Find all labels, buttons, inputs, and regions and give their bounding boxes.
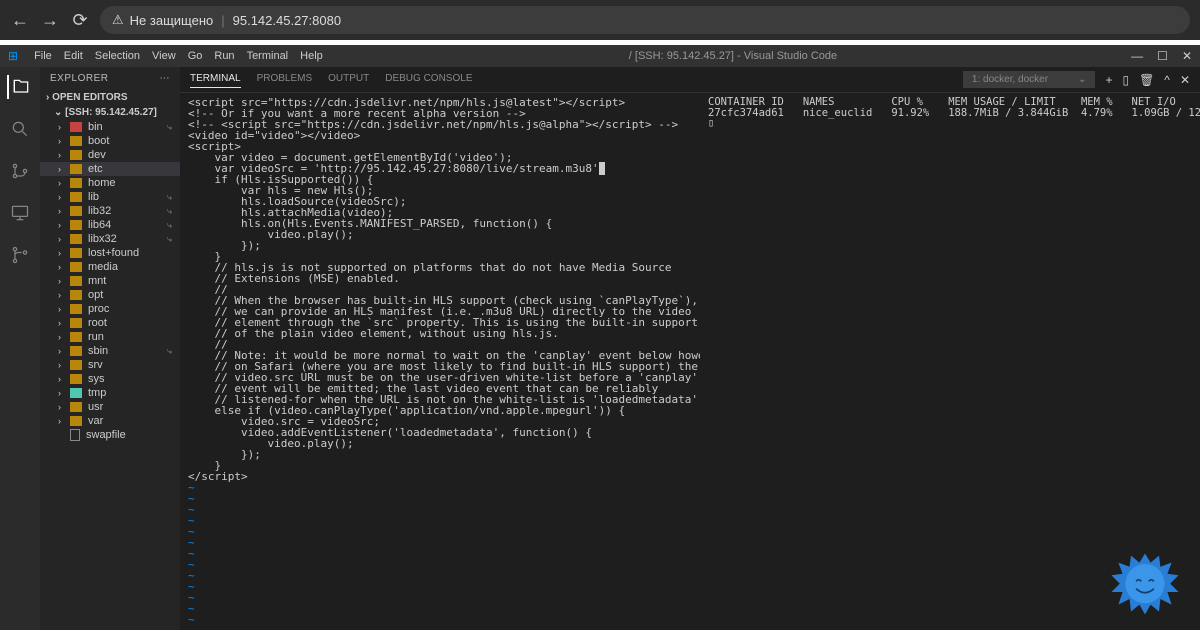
folder-icon <box>70 136 82 146</box>
folder-icon <box>70 220 82 230</box>
panel-tab-problems[interactable]: PROBLEMS <box>257 71 313 88</box>
remote-icon[interactable] <box>8 201 32 225</box>
folder-mnt[interactable]: ›mnt <box>40 274 180 288</box>
folder-icon <box>70 262 82 272</box>
close-panel-button[interactable]: ✕ <box>1180 73 1190 87</box>
open-editors-section[interactable]: › OPEN EDITORS <box>40 90 180 105</box>
folder-icon <box>70 290 82 300</box>
folder-sys[interactable]: ›sys <box>40 372 180 386</box>
folder-tmp[interactable]: ›tmp <box>40 386 180 400</box>
folder-icon <box>70 150 82 160</box>
file-icon <box>70 429 80 441</box>
folder-opt[interactable]: ›opt <box>40 288 180 302</box>
folder-icon <box>70 318 82 328</box>
folder-srv[interactable]: ›srv <box>40 358 180 372</box>
folder-bin[interactable]: ›bin⤷ <box>40 120 180 134</box>
close-button[interactable]: ✕ <box>1182 49 1192 63</box>
split-terminal-button[interactable]: ▯ <box>1122 73 1129 87</box>
reload-button[interactable]: ⟳ <box>70 10 90 30</box>
folder-icon <box>70 122 82 132</box>
folder-icon <box>70 374 82 384</box>
panel-tab-debug-console[interactable]: DEBUG CONSOLE <box>385 71 472 88</box>
folder-icon <box>70 234 82 244</box>
folder-lib32[interactable]: ›lib32⤷ <box>40 204 180 218</box>
folder-proc[interactable]: ›proc <box>40 302 180 316</box>
folder-icon <box>70 276 82 286</box>
new-terminal-button[interactable]: + <box>1105 73 1112 87</box>
explorer-more-icon[interactable]: ⋯ <box>160 73 171 84</box>
terminal-1[interactable]: <script src="https://cdn.jsdelivr.net/np… <box>180 93 700 630</box>
panel-tab-output[interactable]: OUTPUT <box>328 71 369 88</box>
folder-etc[interactable]: ›etc <box>40 162 180 176</box>
panel-tab-terminal[interactable]: TERMINAL <box>190 71 241 88</box>
menu-run[interactable]: Run <box>214 50 234 62</box>
folder-icon <box>70 402 82 412</box>
folder-icon <box>70 360 82 370</box>
folder-media[interactable]: ›media <box>40 260 180 274</box>
folder-run[interactable]: ›run <box>40 330 180 344</box>
menu-selection[interactable]: Selection <box>95 50 140 62</box>
folder-boot[interactable]: ›boot <box>40 134 180 148</box>
folder-icon <box>70 304 82 314</box>
folder-lost+found[interactable]: ›lost+found <box>40 246 180 260</box>
maximize-button[interactable]: ☐ <box>1157 49 1168 63</box>
folder-icon <box>70 332 82 342</box>
folder-lib[interactable]: ›lib⤷ <box>40 190 180 204</box>
window-title: / [SSH: 95.142.45.27] - Visual Studio Co… <box>335 50 1131 62</box>
folder-dev[interactable]: ›dev <box>40 148 180 162</box>
folder-icon <box>70 388 82 398</box>
back-button[interactable]: ← <box>10 10 30 30</box>
workspace-host[interactable]: ⌄ [SSH: 95.142.45.27] <box>40 105 180 120</box>
menu-view[interactable]: View <box>152 50 176 62</box>
folder-icon <box>70 192 82 202</box>
address-bar[interactable]: ⚠Не защищено | 95.142.45.27:8080 <box>100 6 1190 34</box>
folder-icon <box>70 206 82 216</box>
folder-libx32[interactable]: ›libx32⤷ <box>40 232 180 246</box>
explorer-icon[interactable] <box>7 75 31 99</box>
chevron-down-icon: ⌄ <box>1078 74 1086 85</box>
source-control-icon[interactable] <box>8 159 32 183</box>
folder-icon <box>70 164 82 174</box>
maximize-panel-button[interactable]: ^ <box>1164 73 1170 87</box>
search-icon[interactable] <box>8 117 32 141</box>
folder-sbin[interactable]: ›sbin⤷ <box>40 344 180 358</box>
menu-terminal[interactable]: Terminal <box>247 50 289 62</box>
kill-terminal-button[interactable]: 🗑 <box>1139 73 1154 87</box>
menu-file[interactable]: File <box>34 50 52 62</box>
folder-root[interactable]: ›root <box>40 316 180 330</box>
folder-usr[interactable]: ›usr <box>40 400 180 414</box>
vscode-logo-icon: ⊞ <box>8 49 18 63</box>
menu-help[interactable]: Help <box>300 50 323 62</box>
explorer-header: EXPLORER <box>50 73 108 84</box>
forward-button[interactable]: → <box>40 10 60 30</box>
folder-icon <box>70 178 82 188</box>
menu-go[interactable]: Go <box>188 50 203 62</box>
minimize-button[interactable]: — <box>1131 49 1143 63</box>
git-icon[interactable] <box>8 243 32 267</box>
security-label: Не защищено <box>130 13 214 28</box>
folder-icon <box>70 248 82 258</box>
menu-edit[interactable]: Edit <box>64 50 83 62</box>
mascot-icon <box>1110 550 1180 620</box>
file-swapfile[interactable]: swapfile <box>40 428 180 442</box>
terminal-selector[interactable]: 1: docker, docker⌄ <box>963 71 1096 88</box>
folder-home[interactable]: ›home <box>40 176 180 190</box>
folder-var[interactable]: ›var <box>40 414 180 428</box>
folder-icon <box>70 416 82 426</box>
folder-lib64[interactable]: ›lib64⤷ <box>40 218 180 232</box>
url-text: 95.142.45.27:8080 <box>233 13 341 28</box>
folder-icon <box>70 346 82 356</box>
warning-icon: ⚠ <box>112 12 124 28</box>
